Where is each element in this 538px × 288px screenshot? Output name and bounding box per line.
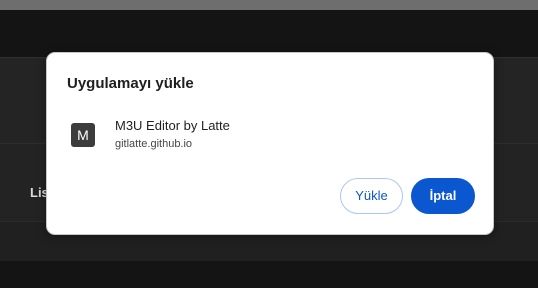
app-origin: gitlatte.github.io bbox=[115, 138, 193, 150]
page-background: List Uygulamayı yükle M M3U Editor by La… bbox=[0, 0, 538, 288]
background-header bbox=[0, 10, 538, 57]
app-name: M3U Editor by Latte bbox=[115, 118, 230, 133]
cancel-button[interactable]: İptal bbox=[411, 178, 475, 214]
app-letter-icon: M bbox=[71, 123, 95, 147]
dialog-title: Uygulamayı yükle bbox=[67, 75, 194, 92]
browser-top-strip bbox=[0, 0, 538, 10]
background-footer bbox=[0, 261, 538, 288]
install-app-dialog: Uygulamayı yükle M M3U Editor by Latte g… bbox=[46, 52, 494, 235]
install-button[interactable]: Yükle bbox=[340, 178, 403, 214]
